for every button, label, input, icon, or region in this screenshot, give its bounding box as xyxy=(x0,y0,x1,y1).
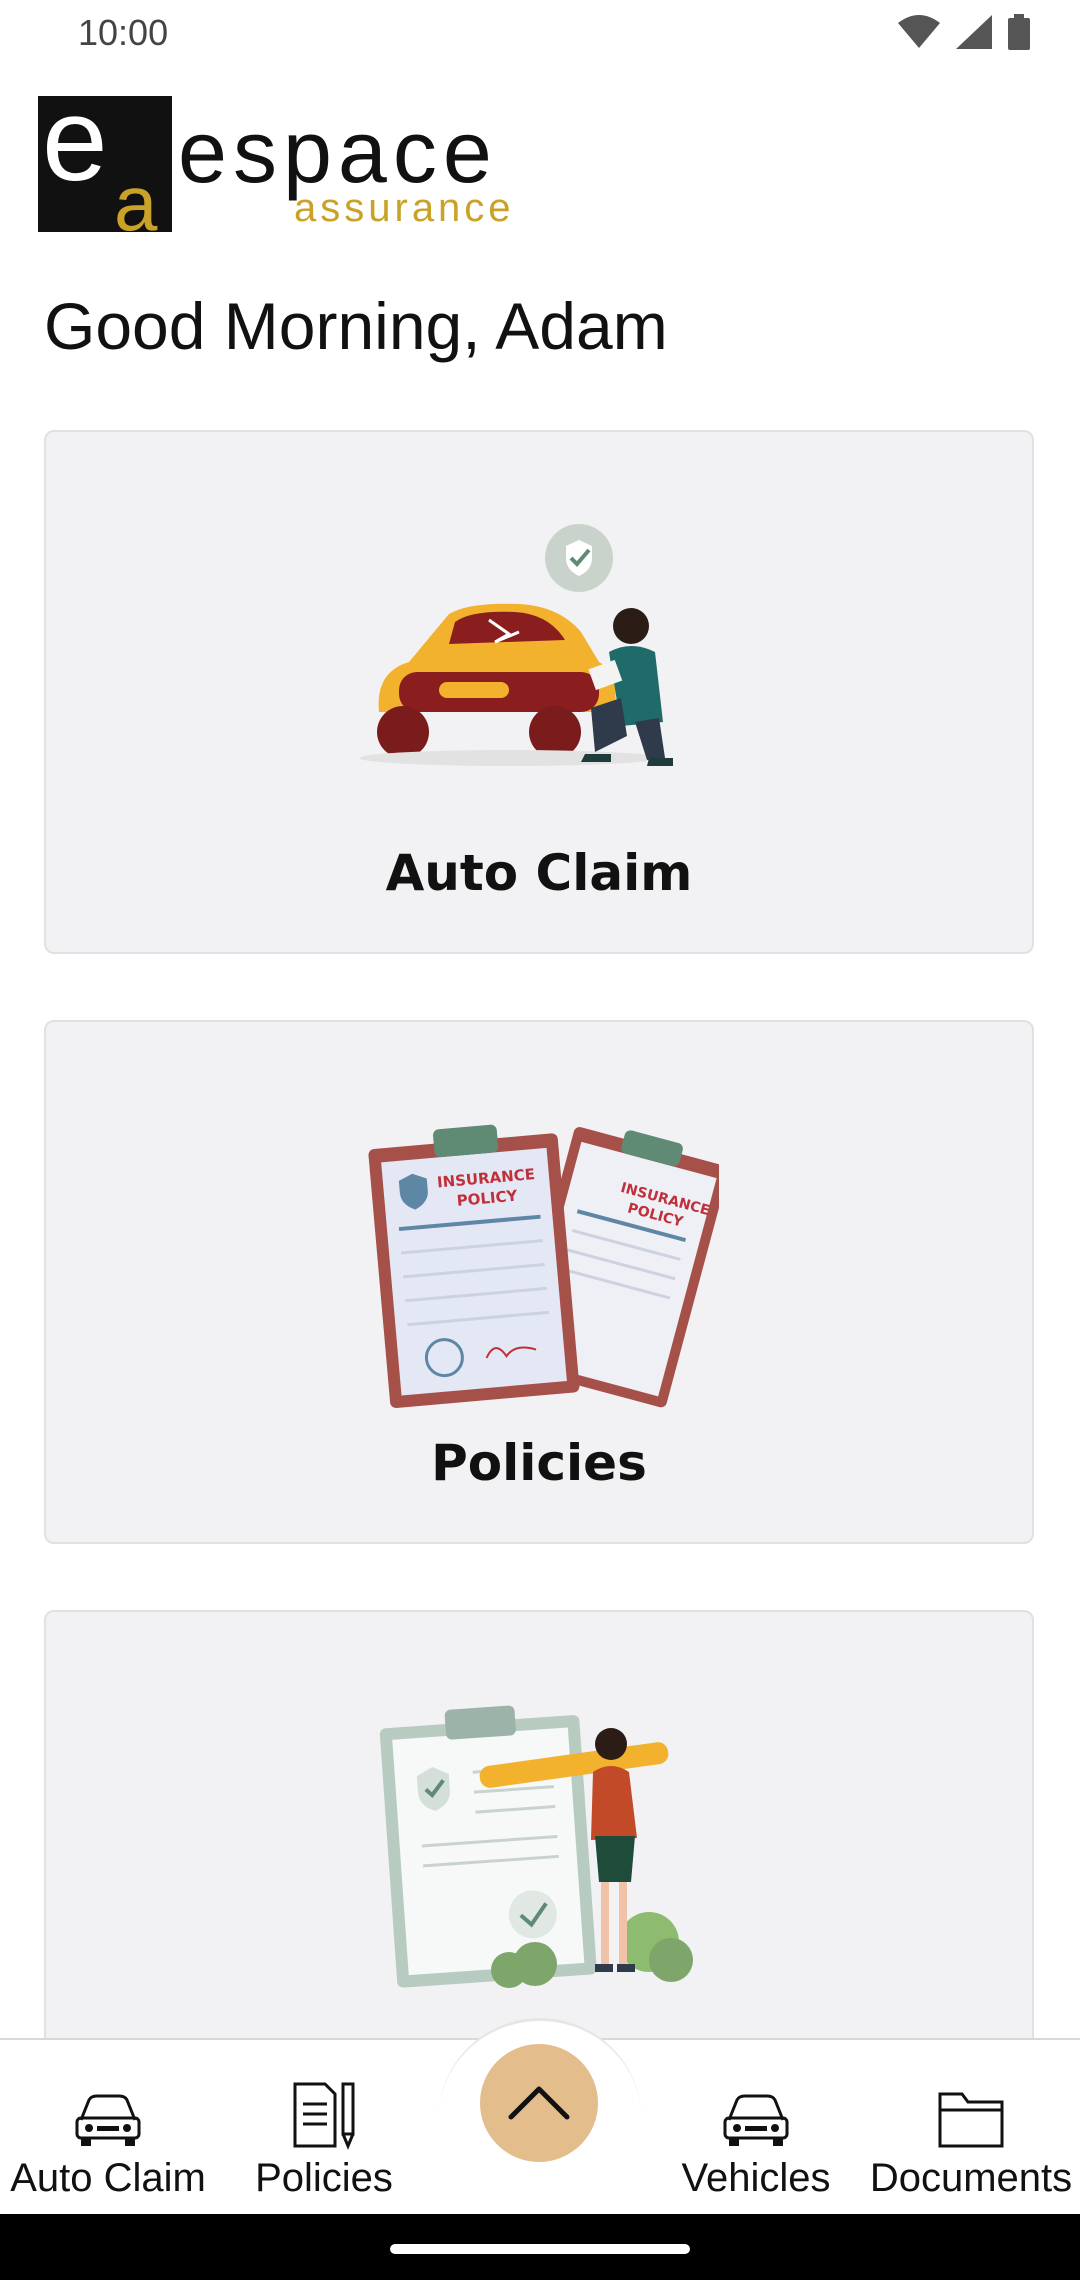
logo-text-sub: assurance xyxy=(294,186,515,230)
car-icon xyxy=(75,2094,141,2146)
home-gesture-handle[interactable] xyxy=(390,2244,690,2254)
folder-icon xyxy=(938,2092,1004,2148)
logo-letter-a: a xyxy=(114,159,158,232)
wifi-icon xyxy=(898,15,940,48)
brand-logo: e a espace assurance xyxy=(38,74,538,247)
nav-label-documents: Documents xyxy=(869,2156,1073,2200)
document-pen-icon xyxy=(293,2082,355,2150)
policies-card-label: Policies xyxy=(431,1434,647,1492)
insurance-policy-illustration: INSURANCE POLICY INSURANCE POLICY xyxy=(368,1124,719,1408)
expand-menu-button[interactable] xyxy=(480,2044,598,2162)
status-bar: 10:00 xyxy=(0,0,1080,72)
nav-item-auto-claim[interactable]: Auto Claim xyxy=(8,2074,208,2201)
status-icons xyxy=(898,14,1030,50)
nav-label-auto-claim: Auto Claim xyxy=(10,2156,206,2200)
policies-card[interactable]: INSURANCE POLICY INSURANCE POLICY Polici… xyxy=(44,1020,1034,1544)
battery-icon xyxy=(1008,14,1030,50)
car-damage-illustration xyxy=(359,524,673,766)
nav-item-vehicles[interactable]: Vehicles xyxy=(656,2074,856,2201)
auto-claim-card-label: Auto Claim xyxy=(385,844,693,902)
logo-letter-e: e xyxy=(42,96,108,206)
auto-claim-card[interactable]: Auto Claim xyxy=(44,430,1034,954)
car-icon xyxy=(723,2094,789,2146)
chevron-up-icon xyxy=(508,2086,570,2120)
greeting-title: Good Morning, Adam xyxy=(44,289,668,363)
status-time: 10:00 xyxy=(78,12,169,53)
nav-item-documents[interactable]: Documents xyxy=(866,2074,1076,2201)
cell-signal-icon xyxy=(956,15,992,49)
system-gesture-bar xyxy=(0,2214,1080,2280)
checklist-illustration xyxy=(379,1705,693,1988)
nav-label-policies: Policies xyxy=(255,2156,393,2200)
logo-mark: e a xyxy=(38,74,172,247)
nav-item-policies[interactable]: Policies xyxy=(236,2074,412,2201)
nav-label-vehicles: Vehicles xyxy=(681,2156,831,2200)
logo-text-main: espace xyxy=(178,102,498,201)
